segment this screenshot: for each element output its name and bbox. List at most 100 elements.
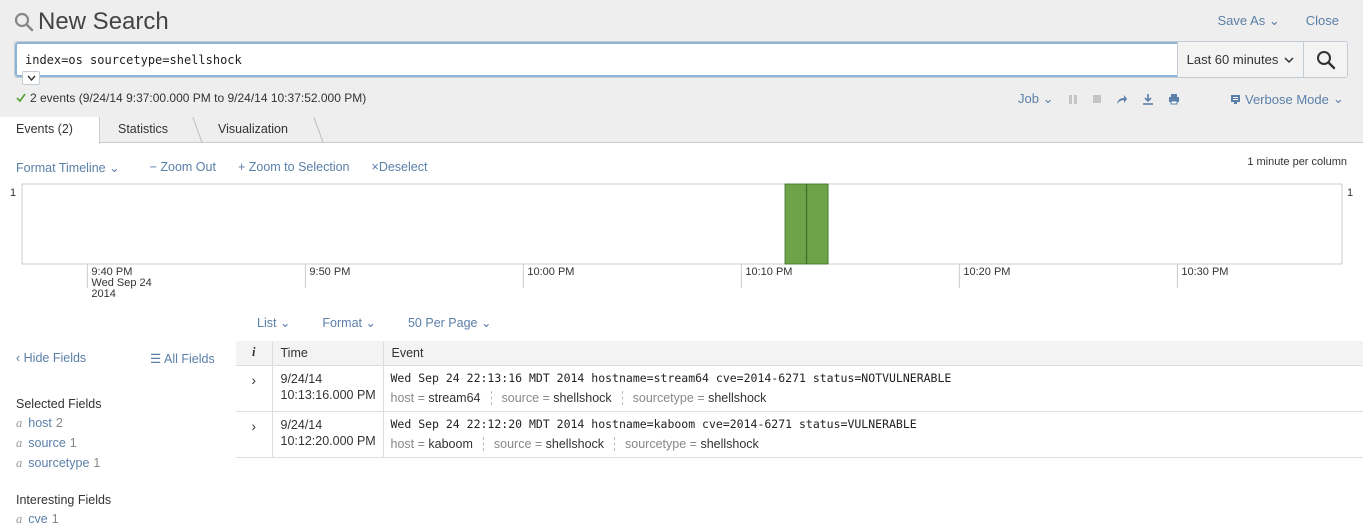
chevron-right-icon: ›	[251, 372, 256, 388]
event-raw: Wed Sep 24 22:13:16 MDT 2014 hostname=st…	[391, 371, 1363, 385]
chevron-down-icon	[27, 75, 36, 81]
tab-visualization[interactable]: Visualization	[202, 117, 288, 143]
expand-row-button[interactable]: ›	[236, 365, 272, 411]
chevron-right-icon: ›	[251, 418, 256, 434]
list-label[interactable]: List	[257, 316, 276, 330]
field-sourcetype[interactable]: asourcetype1	[16, 456, 100, 471]
search-input[interactable]	[15, 42, 1177, 77]
field-type: a	[16, 512, 22, 526]
search-icon	[14, 12, 34, 32]
chevron-left-icon: ‹	[16, 351, 20, 365]
timeline-bar[interactable]	[785, 184, 806, 264]
tab-statistics[interactable]: Statistics	[102, 117, 168, 143]
field-value[interactable]: shellshock	[546, 437, 604, 451]
job-label[interactable]: Job	[1018, 91, 1039, 106]
deselect-label[interactable]: Deselect	[379, 160, 428, 174]
per-page-menu[interactable]: 50 Per Page ⌄	[408, 315, 491, 330]
field-name[interactable]: host	[28, 416, 52, 430]
title-row: New Search	[14, 8, 169, 36]
list-menu[interactable]: List ⌄	[257, 315, 290, 330]
time-range-label[interactable]: Last 60 minutes	[1187, 52, 1279, 67]
source-field-pair[interactable]: source = shellshock	[494, 437, 615, 451]
event-raw: Wed Sep 24 22:12:20 MDT 2014 hostname=ka…	[391, 417, 1363, 431]
timeline-chart-container: 1 1 9:40 PMWed Sep 2420149:50 PM10:00 PM…	[0, 178, 1363, 308]
time-range-picker[interactable]: Last 60 minutes	[1177, 42, 1303, 77]
field-value[interactable]: shellshock	[553, 391, 611, 405]
results-tabs: Events (2) Statistics Visualization	[0, 117, 1363, 143]
print-icon[interactable]	[1168, 93, 1180, 105]
hide-fields-button[interactable]: ‹ Hide Fields	[16, 351, 86, 365]
field-key: sourcetype =	[633, 391, 705, 405]
minus-icon: −	[150, 160, 157, 174]
plus-icon: +	[238, 160, 245, 174]
field-name[interactable]: cve	[28, 512, 47, 526]
share-icon[interactable]	[1116, 94, 1128, 105]
host-field-pair[interactable]: host = stream64	[391, 391, 492, 405]
expand-search-toggle[interactable]	[22, 71, 40, 85]
search-button[interactable]	[1303, 42, 1347, 77]
timeline-controls: Format Timeline ⌄ − Zoom Out + Zoom to S…	[16, 160, 427, 175]
zoom-out-button[interactable]: − Zoom Out	[150, 160, 216, 175]
timeline-bar[interactable]	[807, 184, 828, 264]
format-menu[interactable]: Format ⌄	[322, 315, 376, 330]
chevron-down-icon: ⌄	[1269, 13, 1280, 28]
table-header: i Time Event	[236, 341, 1363, 365]
export-icon[interactable]	[1142, 93, 1154, 105]
field-type: a	[16, 416, 22, 430]
field-count: 1	[52, 512, 59, 526]
expand-row-button[interactable]: ›	[236, 411, 272, 457]
all-fields-label[interactable]: All Fields	[164, 352, 215, 366]
chevron-down-icon	[1284, 56, 1294, 64]
save-as-button[interactable]: Save As ⌄	[1218, 13, 1280, 29]
deselect-button[interactable]: ×Deselect	[372, 160, 428, 175]
field-value[interactable]: stream64	[428, 391, 480, 405]
close-button[interactable]: Close	[1306, 13, 1339, 29]
format-timeline-menu[interactable]: Format Timeline ⌄	[16, 160, 120, 175]
info-column-header: i	[236, 341, 272, 365]
chevron-down-icon: ⌄	[366, 316, 376, 330]
field-value[interactable]: shellshock	[700, 437, 758, 451]
event-column-header: Event	[383, 341, 1363, 365]
chevron-down-icon: ⌄	[109, 161, 119, 175]
x-tick-label: 10:20 PM	[963, 266, 1010, 278]
tab-events[interactable]: Events (2)	[0, 117, 100, 144]
field-value[interactable]: shellshock	[708, 391, 766, 405]
format-timeline-label[interactable]: Format Timeline	[16, 161, 106, 175]
sourcetype-field-pair[interactable]: sourcetype = shellshock	[625, 437, 769, 451]
pause-icon[interactable]	[1068, 94, 1078, 105]
per-page-label[interactable]: 50 Per Page	[408, 316, 478, 330]
field-host[interactable]: ahost2	[16, 416, 63, 431]
source-field-pair[interactable]: source = shellshock	[502, 391, 623, 405]
zoom-to-selection-label[interactable]: Zoom to Selection	[249, 160, 350, 174]
y-axis-max-right: 1	[1347, 187, 1353, 199]
field-name[interactable]: source	[28, 436, 66, 450]
save-as-label[interactable]: Save As	[1218, 13, 1266, 28]
close-icon: ×	[372, 160, 379, 174]
chevron-down-icon: ⌄	[481, 316, 491, 330]
timeline-chart[interactable]: 1 1 9:40 PMWed Sep 2420149:50 PM10:00 PM…	[0, 178, 1363, 308]
checkmark-icon	[16, 93, 26, 103]
all-fields-button[interactable]: ☰ All Fields	[150, 351, 215, 366]
host-field-pair[interactable]: host = kaboom	[391, 437, 484, 451]
time-column-header[interactable]: Time	[272, 341, 383, 365]
sourcetype-field-pair[interactable]: sourcetype = shellshock	[633, 391, 777, 405]
zoom-to-selection-button[interactable]: + Zoom to Selection	[238, 160, 350, 175]
x-tick-label: 10:00 PM	[527, 266, 574, 278]
field-value[interactable]: kaboom	[428, 437, 472, 451]
timeline-resolution: 1 minute per column	[1247, 156, 1347, 168]
event-fields: host = stream64 source = shellshock sour…	[391, 391, 1363, 405]
hide-fields-label[interactable]: Hide Fields	[24, 351, 87, 365]
field-key: sourcetype =	[625, 437, 697, 451]
format-label[interactable]: Format	[322, 316, 362, 330]
stop-icon[interactable]	[1092, 94, 1102, 104]
search-mode-label[interactable]: Verbose Mode	[1245, 92, 1329, 107]
field-source[interactable]: asource1	[16, 436, 77, 451]
event-cell: Wed Sep 24 22:13:16 MDT 2014 hostname=st…	[383, 365, 1363, 411]
search-mode-menu[interactable]: Verbose Mode ⌄	[1230, 91, 1344, 107]
field-key: host =	[391, 437, 425, 451]
zoom-out-label[interactable]: Zoom Out	[160, 160, 216, 174]
field-name[interactable]: sourcetype	[28, 456, 89, 470]
search-icon	[1316, 50, 1336, 70]
field-type: a	[16, 436, 22, 450]
job-menu[interactable]: Job ⌄	[1018, 91, 1054, 107]
